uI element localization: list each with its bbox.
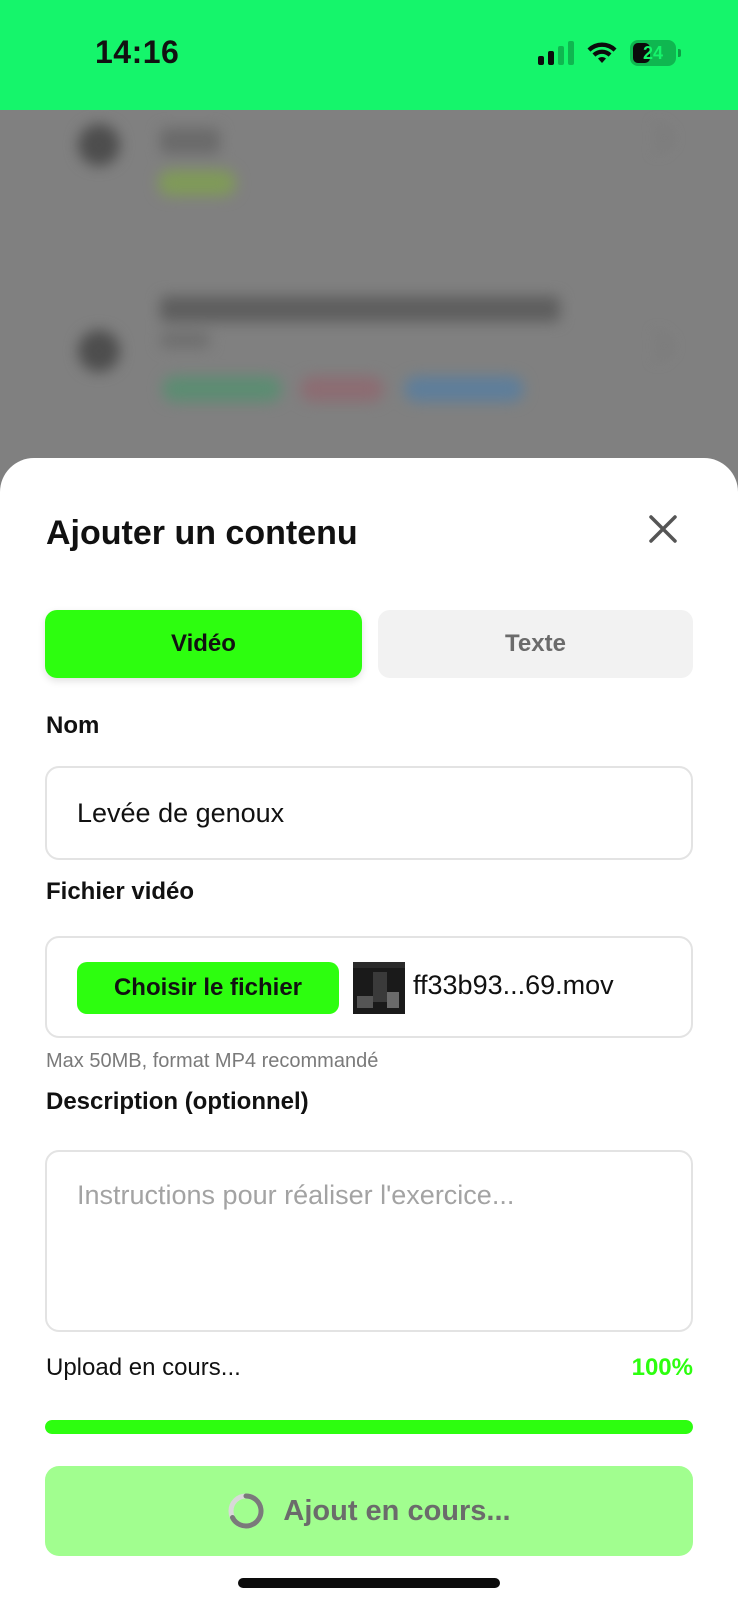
description-label: Description (optionnel) [46,1088,309,1115]
file-hint: Max 50MB, format MP4 recommandé [46,1050,379,1072]
name-field[interactable] [45,766,693,860]
description-input[interactable] [77,1180,667,1310]
home-indicator [238,1578,500,1588]
tab-video[interactable]: Vidéo [45,610,362,678]
upload-progress-fill [45,1420,693,1434]
submit-label: Ajout en cours... [283,1494,511,1527]
submit-button[interactable]: Ajout en cours... [45,1466,693,1556]
status-time: 14:16 [95,34,180,70]
close-icon [649,515,677,543]
screen: 14:16 24 Ajouter un contenu Vidéo Texte … [0,0,738,1600]
description-field[interactable] [45,1150,693,1332]
battery-level: 24 [642,42,664,63]
add-content-sheet: Ajouter un contenu Vidéo Texte Nom Fichi… [0,458,738,1600]
file-field: Choisir le fichier ff33b93...69.mov [45,936,693,1038]
name-input[interactable] [77,798,657,829]
choose-file-button[interactable]: Choisir le fichier [77,962,339,1014]
status-bar: 14:16 24 [0,0,738,110]
background-item [0,110,738,280]
upload-percent: 100% [631,1354,693,1381]
cellular-signal-icon [538,41,574,65]
upload-status-label: Upload en cours... [46,1354,241,1381]
tab-text[interactable]: Texte [378,610,693,678]
background-item [0,280,738,480]
battery-icon: 24 [630,40,681,66]
upload-progress-bar [45,1420,693,1434]
sheet-title: Ajouter un contenu [46,514,358,552]
file-label: Fichier vidéo [46,878,195,905]
background-list [0,110,738,510]
close-button[interactable] [642,508,684,550]
spinner-icon [228,1493,264,1529]
wifi-icon [587,42,617,63]
status-icons: 24 [538,40,681,66]
name-label: Nom [46,712,100,739]
selected-file-name: ff33b93...69.mov [413,970,614,1000]
video-thumbnail [353,962,405,1014]
